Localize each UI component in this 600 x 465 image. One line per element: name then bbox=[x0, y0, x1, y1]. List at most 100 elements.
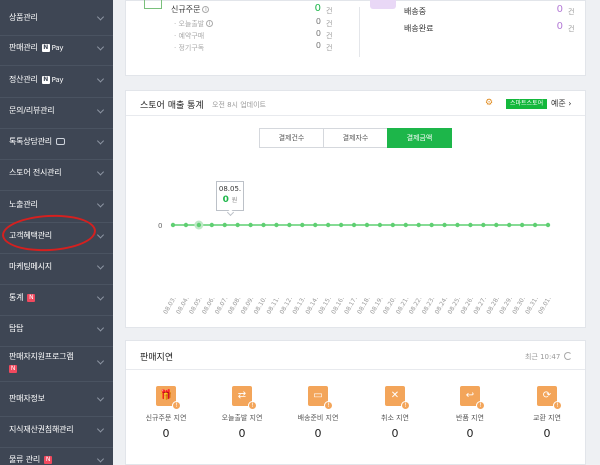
summary-preorder[interactable]: · 예약구매 bbox=[174, 31, 204, 41]
info-icon[interactable]: i bbox=[206, 20, 214, 27]
sidebar-item-label: 스토어 전시관리 bbox=[9, 168, 62, 177]
data-point[interactable] bbox=[287, 222, 292, 228]
data-point[interactable] bbox=[468, 222, 473, 228]
data-point[interactable] bbox=[494, 222, 499, 228]
chevron-down-icon bbox=[96, 230, 105, 239]
data-point[interactable] bbox=[338, 222, 344, 228]
sidebar-item-label: 지식재산권침해관리 bbox=[9, 425, 74, 434]
data-point[interactable] bbox=[403, 222, 408, 228]
chevron-down-icon bbox=[96, 323, 105, 332]
y-tick-label: 0 bbox=[158, 222, 162, 230]
sales-stats-card: 스토어 매출 통계 오전 8시 업데이트 ⚙ 스마트스토어 예준 › 결제건수 … bbox=[125, 90, 586, 328]
chevron-down-icon bbox=[96, 261, 105, 270]
data-point[interactable] bbox=[507, 222, 512, 228]
chevron-down-icon bbox=[96, 199, 105, 208]
new-badge: N bbox=[43, 455, 52, 464]
data-point[interactable] bbox=[235, 222, 240, 228]
return-icon: ↩! bbox=[460, 386, 485, 410]
truck-icon: ⇄! bbox=[232, 386, 257, 410]
data-point[interactable] bbox=[481, 222, 486, 228]
summary-today-shipping[interactable]: · 오늘출발 i bbox=[174, 19, 214, 29]
npay-badge: N Pay bbox=[41, 43, 64, 52]
new-badge: N bbox=[9, 365, 17, 373]
npay-logo-icon: N bbox=[41, 43, 50, 52]
chevron-down-icon bbox=[96, 136, 105, 145]
chart-tooltip: 08.05. 0 원 bbox=[216, 181, 244, 211]
summary-subscription[interactable]: · 정기구독 bbox=[174, 43, 204, 53]
refresh-icon[interactable] bbox=[564, 352, 572, 360]
sidebar-item-logistics[interactable]: 물류 관리 N bbox=[0, 442, 113, 465]
delay-return[interactable]: ↩! 반품 지연 0 bbox=[440, 386, 500, 440]
data-point[interactable] bbox=[532, 222, 538, 228]
delay-cancel[interactable]: ✕! 취소 지연 0 bbox=[365, 386, 425, 440]
seller-center-dashboard: 상품관리 판매관리 N Pay 정산관리 N Pay 문의/리뷰관리 톡톡상담관리 스토… bbox=[0, 0, 600, 465]
sidebar-item-seller-support[interactable]: 판매자지원프로그램 N bbox=[0, 342, 113, 382]
delivery-icon: ▭! bbox=[308, 386, 333, 410]
chevron-down-icon bbox=[96, 356, 105, 365]
last-updated: 최근 10:47 bbox=[525, 353, 561, 361]
data-point[interactable] bbox=[351, 222, 357, 228]
divider bbox=[126, 369, 585, 370]
new-badge: N bbox=[27, 293, 36, 302]
data-point[interactable] bbox=[364, 222, 370, 228]
sidebar-item-label: 탑탑 bbox=[9, 324, 24, 333]
data-point[interactable] bbox=[261, 222, 266, 228]
sidebar-item-label: 마케팅메시지 bbox=[9, 262, 52, 271]
data-point[interactable] bbox=[196, 222, 202, 228]
npay-logo-icon: N bbox=[41, 75, 50, 84]
sidebar: 상품관리 판매관리 N Pay 정산관리 N Pay 문의/리뷰관리 톡톡상담관리 스토… bbox=[0, 0, 113, 465]
npay-badge: N Pay bbox=[41, 75, 64, 84]
sidebar-item-label: 노출관리 bbox=[9, 200, 38, 209]
sidebar-item-label: 상품관리 bbox=[9, 13, 38, 22]
order-summary-card: 신규주문 i 0 건 · 오늘출발 i 0 건 · 예약구매 0 건 · 정기구독 … bbox=[125, 0, 586, 76]
chevron-down-icon bbox=[96, 12, 105, 21]
summary-delivered[interactable]: 배송완료 bbox=[404, 23, 433, 34]
data-point[interactable] bbox=[455, 222, 460, 228]
data-point[interactable] bbox=[313, 222, 318, 228]
chevron-down-icon bbox=[96, 393, 105, 402]
sidebar-item-label: 판매자지원프로그램 bbox=[9, 352, 74, 361]
data-point[interactable] bbox=[274, 222, 279, 228]
data-point[interactable] bbox=[209, 222, 214, 228]
summary-shipping[interactable]: 배송중 bbox=[404, 6, 426, 17]
data-point[interactable] bbox=[390, 222, 396, 228]
chevron-down-icon bbox=[96, 42, 105, 51]
gift-icon: 🎁! bbox=[156, 386, 181, 410]
data-point[interactable] bbox=[248, 222, 253, 228]
delay-today-shipping[interactable]: ⇄! 오늘출발 지연 0 bbox=[212, 386, 272, 440]
chevron-down-icon bbox=[96, 74, 105, 83]
summary-new-order[interactable]: 신규주문 i bbox=[171, 4, 210, 15]
x-tick-label: 09.01. bbox=[537, 295, 553, 315]
data-point[interactable] bbox=[416, 222, 421, 228]
delivery-icon bbox=[370, 0, 396, 9]
summary-value[interactable]: 0 bbox=[299, 3, 321, 14]
data-point[interactable] bbox=[545, 222, 551, 228]
sales-delay-card: 판매지연 최근 10:47 🎁! 신규주문 지연 0 ⇄! 오늘출발 지연 0 … bbox=[125, 340, 586, 465]
cancel-icon: ✕! bbox=[385, 386, 410, 410]
delay-ready-shipping[interactable]: ▭! 배송준비 지연 0 bbox=[288, 386, 348, 440]
card-title: 판매지연 bbox=[140, 353, 174, 363]
sidebar-item-store-display[interactable]: 스토어 전시관리 bbox=[0, 155, 113, 191]
data-point[interactable] bbox=[429, 222, 434, 228]
data-point[interactable] bbox=[377, 222, 383, 228]
chevron-down-icon bbox=[96, 167, 105, 176]
sidebar-item-label: 문의/리뷰관리 bbox=[9, 106, 55, 115]
info-icon[interactable]: i bbox=[202, 6, 210, 13]
exchange-icon: ⟳! bbox=[537, 386, 562, 410]
data-point[interactable] bbox=[222, 222, 227, 228]
sales-line-chart: 008.03.08.04.08.05.08.06.08.07.08.08.08.… bbox=[158, 220, 553, 316]
chevron-down-icon bbox=[96, 292, 105, 301]
data-point[interactable] bbox=[519, 222, 525, 228]
sidebar-item-sales[interactable]: 판매관리 N Pay bbox=[0, 30, 113, 66]
data-point[interactable] bbox=[170, 222, 176, 228]
data-point[interactable] bbox=[183, 222, 189, 228]
delay-exchange[interactable]: ⟳! 교환 지연 0 bbox=[517, 386, 577, 440]
delay-new-order[interactable]: 🎁! 신규주문 지연 0 bbox=[136, 386, 196, 440]
tooltip-value: 0 원 bbox=[222, 195, 238, 205]
data-point[interactable] bbox=[442, 222, 447, 228]
sidebar-item-label: 판매자정보 bbox=[9, 394, 45, 403]
data-point[interactable] bbox=[325, 222, 331, 228]
chat-icon bbox=[55, 138, 65, 145]
sidebar-item-label: 톡톡상담관리 bbox=[9, 137, 52, 146]
data-point[interactable] bbox=[300, 222, 305, 228]
